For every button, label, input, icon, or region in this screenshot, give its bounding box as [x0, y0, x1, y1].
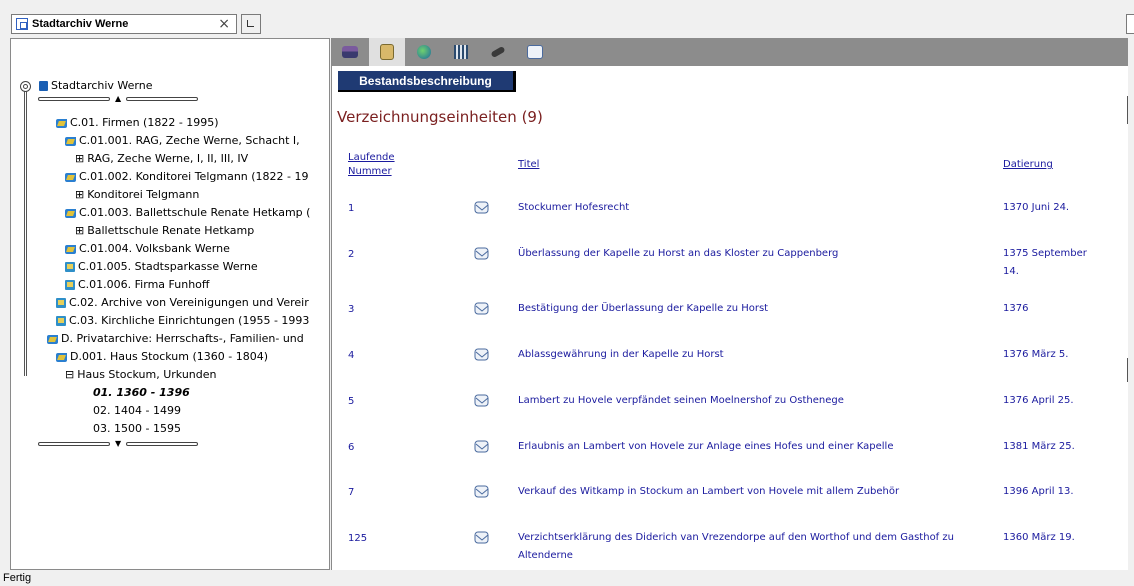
- tree-node[interactable]: ⊞ Ballettschule Renate Hetkamp: [75, 224, 254, 238]
- archive-tree-panel: Stadtarchiv Werne ▲ C.01. Firmen (1822 -…: [10, 38, 330, 570]
- documents-icon[interactable]: [369, 38, 405, 66]
- row-title[interactable]: Überlassung der Kapelle zu Horst an das …: [518, 245, 978, 263]
- expand-icon[interactable]: ⊞: [75, 188, 84, 202]
- column-header-number[interactable]: Laufende Nummer: [348, 151, 395, 179]
- tree-view-icon: [16, 18, 28, 30]
- tree-node[interactable]: C.01.004. Volksbank Werne: [65, 242, 230, 256]
- view-toolbar: [332, 38, 1128, 66]
- tree-node-selected[interactable]: 01. 1360 - 1396: [93, 386, 190, 400]
- folder-icon: [56, 352, 67, 362]
- building-icon[interactable]: [443, 38, 479, 66]
- row-number[interactable]: 125: [348, 533, 367, 544]
- right-edge-control: [1126, 14, 1134, 34]
- folder-icon: [56, 118, 67, 128]
- book-icon: [65, 280, 75, 290]
- description-button[interactable]: Bestandsbeschreibung: [338, 71, 516, 92]
- units-heading: Verzeichnungseinheiten (9): [337, 108, 543, 126]
- row-date[interactable]: 1381 März 25.: [1003, 438, 1103, 456]
- column-header-date[interactable]: Datierung: [1003, 158, 1053, 172]
- detail-panel: Bestandsbeschreibung Verzeichnungseinhei…: [331, 38, 1128, 570]
- top-bar: Stadtarchiv Werne ×: [0, 0, 1134, 38]
- book-icon: [56, 316, 66, 326]
- tree-node[interactable]: C.01. Firmen (1822 - 1995): [56, 116, 219, 130]
- row-number[interactable]: 5: [348, 396, 354, 407]
- row-date[interactable]: 1376 April 25.: [1003, 392, 1103, 410]
- row-date[interactable]: 1375 September 14.: [1003, 245, 1103, 281]
- globe-icon[interactable]: [406, 38, 442, 66]
- tree-node[interactable]: ⊟ Haus Stockum, Urkunden: [65, 368, 217, 382]
- row-title[interactable]: Ablassgewährung in der Kapelle zu Horst: [518, 346, 978, 364]
- row-title[interactable]: Lambert zu Hovele verpfändet seinen Moel…: [518, 392, 978, 410]
- envelope-icon[interactable]: [474, 439, 490, 455]
- scroll-up-icon: ▲: [115, 94, 122, 103]
- row-number[interactable]: 3: [348, 304, 354, 315]
- row-title[interactable]: Erlaubnis an Lambert von Hovele zur Anla…: [518, 438, 978, 456]
- row-title[interactable]: Verkauf des Witkamp in Stockum an Lamber…: [518, 483, 978, 501]
- row-title[interactable]: Stockumer Hofesrecht: [518, 199, 978, 217]
- expand-icon[interactable]: ⊞: [75, 224, 84, 238]
- house-book-icon[interactable]: [332, 38, 368, 66]
- envelope-icon[interactable]: [474, 246, 490, 262]
- envelope-icon[interactable]: [474, 484, 490, 500]
- tree-node[interactable]: ⊞ RAG, Zeche Werne, I, II, III, IV: [75, 152, 248, 166]
- tree-node[interactable]: C.01.006. Firma Funhoff: [65, 278, 209, 292]
- root-toggle-icon[interactable]: [20, 81, 31, 92]
- tree-node[interactable]: ⊞ Konditorei Telgmann: [75, 188, 199, 202]
- envelope-icon[interactable]: [474, 393, 490, 409]
- document-tab[interactable]: Stadtarchiv Werne ×: [11, 14, 237, 34]
- tree-node[interactable]: C.01.005. Stadtsparkasse Werne: [65, 260, 258, 274]
- row-date[interactable]: 1376 März 5.: [1003, 346, 1103, 364]
- folder-icon: [65, 172, 76, 182]
- archive-icon: [39, 81, 48, 91]
- row-number[interactable]: 7: [348, 487, 354, 498]
- folder-icon: [47, 334, 58, 344]
- tree-node[interactable]: 03. 1500 - 1595: [93, 422, 181, 436]
- tree-line: [24, 83, 27, 376]
- tree-node[interactable]: C.03. Kirchliche Einrichtungen (1955 - 1…: [56, 314, 309, 328]
- envelope-icon[interactable]: [474, 200, 490, 216]
- scroll-down-icon: ▼: [115, 439, 122, 448]
- row-date[interactable]: 1376: [1003, 300, 1103, 318]
- tree-scroll-up[interactable]: ▲: [38, 94, 202, 103]
- column-header-title[interactable]: Titel: [518, 158, 539, 172]
- status-bar: Fertig: [0, 572, 1134, 586]
- row-number[interactable]: 6: [348, 442, 354, 453]
- folder-icon: [65, 244, 76, 254]
- row-date[interactable]: 1360 März 19.: [1003, 529, 1103, 547]
- pen-icon[interactable]: [480, 38, 516, 66]
- book-icon: [65, 262, 75, 272]
- tree-root[interactable]: Stadtarchiv Werne: [39, 79, 153, 93]
- row-title[interactable]: Verzichtserklärung des Diderich van Vrez…: [518, 529, 978, 565]
- tree-node[interactable]: D. Privatarchive: Herrschafts-, Familien…: [47, 332, 304, 346]
- envelope-icon[interactable]: [474, 530, 490, 546]
- tree-scroll-down[interactable]: ▼: [38, 439, 202, 448]
- row-date[interactable]: 1396 April 13.: [1003, 483, 1103, 501]
- envelope-icon[interactable]: [517, 38, 553, 66]
- row-title[interactable]: Bestätigung der Überlassung der Kapelle …: [518, 300, 978, 318]
- folder-icon: [65, 136, 76, 146]
- collapse-icon[interactable]: ⊟: [65, 368, 74, 382]
- folder-icon: [65, 208, 76, 218]
- tree-node[interactable]: C.01.003. Ballettschule Renate Hetkamp (: [65, 206, 310, 220]
- row-number[interactable]: 2: [348, 249, 354, 260]
- tree-node[interactable]: D.001. Haus Stockum (1360 - 1804): [56, 350, 268, 364]
- scrollbar-mark: [1127, 358, 1128, 382]
- row-number[interactable]: 4: [348, 350, 354, 361]
- tree-node[interactable]: C.01.002. Konditorei Telgmann (1822 - 19: [65, 170, 309, 184]
- dock-button[interactable]: [241, 14, 261, 34]
- tree-node[interactable]: C.01.001. RAG, Zeche Werne, Schacht I,: [65, 134, 300, 148]
- envelope-icon[interactable]: [474, 301, 490, 317]
- expand-icon[interactable]: ⊞: [75, 152, 84, 166]
- tree-root-label: Stadtarchiv Werne: [51, 79, 153, 92]
- scrollbar-thumb[interactable]: [1127, 96, 1128, 124]
- book-icon: [56, 298, 66, 308]
- tree-node[interactable]: 02. 1404 - 1499: [93, 404, 181, 418]
- document-tab-title: Stadtarchiv Werne: [32, 18, 129, 30]
- status-text: Fertig: [3, 572, 32, 584]
- envelope-icon[interactable]: [474, 347, 490, 363]
- tree-node[interactable]: C.02. Archive von Vereinigungen und Vere…: [56, 296, 309, 310]
- row-number[interactable]: 1: [348, 203, 354, 214]
- row-date[interactable]: 1370 Juni 24.: [1003, 199, 1103, 217]
- close-icon[interactable]: ×: [218, 16, 230, 32]
